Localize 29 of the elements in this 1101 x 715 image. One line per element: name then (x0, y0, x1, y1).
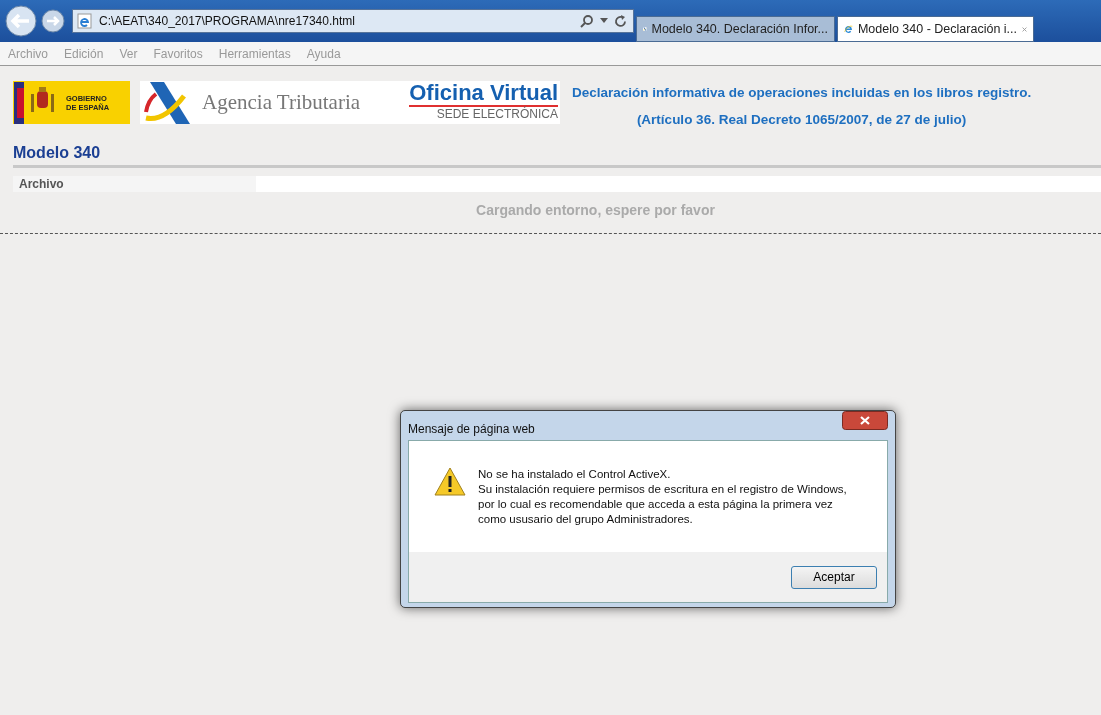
menu-item[interactable]: Archivo (8, 46, 48, 61)
portal-name: Oficina Virtual (409, 81, 558, 107)
close-button[interactable] (842, 411, 888, 430)
browser-tab[interactable]: Modelo 340. Declaración Infor... (636, 16, 835, 42)
flag-stripe-icon (14, 81, 24, 124)
menu-item[interactable]: Favoritos (153, 46, 203, 61)
menu-item[interactable]: Ver (119, 46, 138, 61)
dialog-message: No se ha instalado el Control ActiveX. Su instalación requiere permisos de escritura en el registro de Windows, por lo cual es recomendable que acceda a esta página la primera vez como ususario del grupo Administradores. (478, 467, 847, 527)
form-heading: Modelo 340 (13, 144, 1101, 168)
loading-message: Cargando entorno, espere por favor (475, 201, 716, 220)
browser-tab[interactable]: Modelo 340 - Declaración i... (837, 16, 1034, 42)
search-icon[interactable] (580, 14, 594, 28)
warning-icon (434, 467, 466, 496)
menu-item[interactable]: Herramientas (218, 46, 291, 61)
address-bar[interactable]: C:\AEAT\340_2017\PROGRAMA\nre17340.html (72, 9, 634, 33)
portal-subtitle: SEDE ELECTRÓNICA (436, 107, 558, 121)
page-title: Declaración informativa de operaciones incluidas en los libros registro. (572, 85, 1032, 100)
back-button[interactable] (4, 4, 38, 38)
dropdown-icon[interactable] (600, 18, 608, 24)
refresh-icon[interactable] (614, 14, 627, 28)
page-subtitle: (Artículo 36. Real Decreto 1065/2007, de 27 de julio) (636, 112, 967, 127)
menu-item[interactable]: Edición (64, 46, 104, 61)
dialog-title: Mensaje de página web (408, 420, 535, 436)
menu-item[interactable]: Ayuda (306, 46, 341, 61)
forward-button[interactable] (40, 8, 66, 34)
accept-button[interactable]: Aceptar (791, 565, 877, 589)
agency-name: Agencia Tributaria (202, 90, 361, 115)
page-icon (77, 13, 93, 29)
menu-item[interactable]: Archivo (13, 176, 256, 192)
